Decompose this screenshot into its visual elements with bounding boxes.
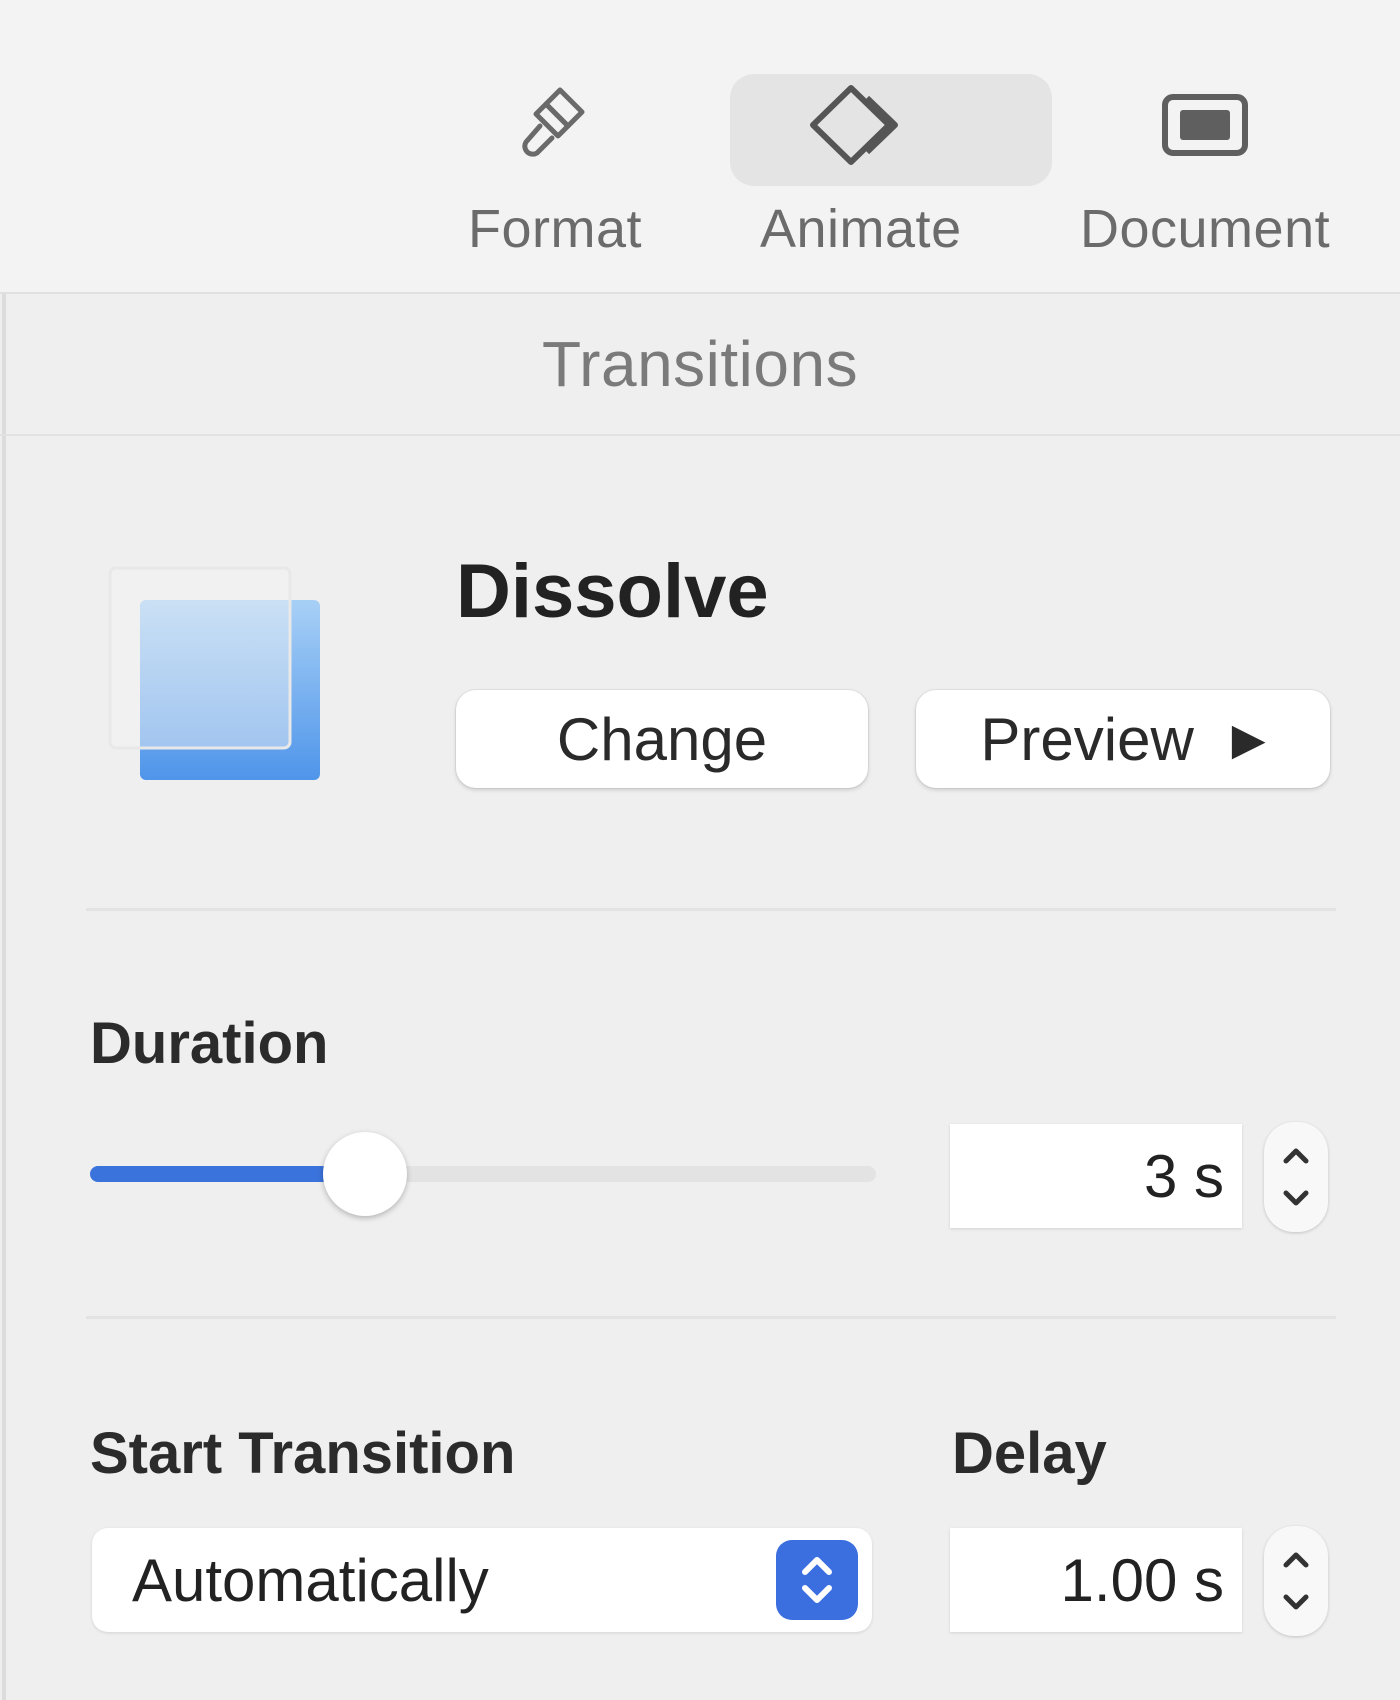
duration-label: Duration xyxy=(90,1011,329,1076)
transition-name: Dissolve xyxy=(456,549,769,634)
inspector-panel xyxy=(2,294,1400,1700)
delay-field[interactable]: 1.00 s xyxy=(950,1528,1242,1632)
start-transition-label: Start Transition xyxy=(90,1421,516,1486)
divider xyxy=(86,1316,1336,1319)
paintbrush-icon xyxy=(490,70,620,180)
duration-field[interactable]: 3 s xyxy=(950,1124,1242,1228)
delay-label: Delay xyxy=(952,1421,1107,1486)
divider xyxy=(86,908,1336,911)
stepper-up-icon[interactable] xyxy=(1283,1552,1309,1568)
duration-value: 3 s xyxy=(1143,1142,1224,1210)
preview-button-label: Preview xyxy=(980,705,1194,773)
start-transition-value: Automatically xyxy=(132,1546,489,1614)
stepper-up-icon[interactable] xyxy=(1283,1148,1309,1164)
stepper-down-icon[interactable] xyxy=(1283,1594,1309,1610)
delay-stepper[interactable] xyxy=(1264,1526,1328,1636)
document-icon xyxy=(1140,70,1270,180)
tab-format-label: Format xyxy=(468,199,643,259)
section-title: Transitions xyxy=(0,294,1400,436)
duration-slider-knob[interactable] xyxy=(323,1132,408,1216)
tab-animate-label: Animate xyxy=(760,199,962,259)
change-button[interactable]: Change xyxy=(456,690,868,788)
tab-document[interactable]: Document xyxy=(1080,70,1330,270)
change-button-label: Change xyxy=(556,705,768,773)
duration-stepper[interactable] xyxy=(1264,1122,1328,1232)
play-icon: ▶ xyxy=(1231,714,1266,764)
tab-format[interactable]: Format xyxy=(468,70,642,270)
dissolve-thumbnail-icon xyxy=(108,566,328,786)
tab-animate[interactable]: Animate xyxy=(760,70,962,270)
diamonds-icon xyxy=(796,70,926,180)
tab-document-label: Document xyxy=(1080,199,1331,259)
start-transition-select[interactable]: Automatically xyxy=(92,1528,872,1632)
preview-button[interactable]: Preview ▶ xyxy=(916,690,1330,788)
delay-value: 1.00 s xyxy=(1060,1546,1224,1614)
stepper-down-icon[interactable] xyxy=(1283,1190,1309,1206)
select-chevrons-icon xyxy=(776,1540,858,1620)
